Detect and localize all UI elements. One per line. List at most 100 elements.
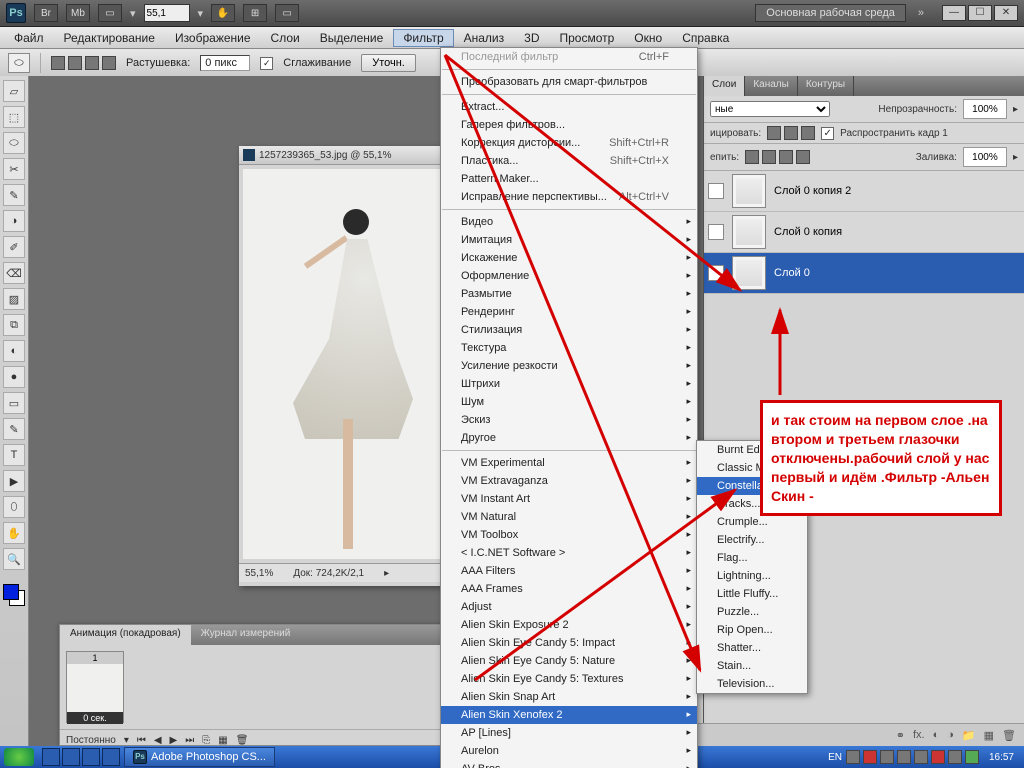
tool[interactable]: ⌫ <box>3 262 25 284</box>
visibility-icon[interactable] <box>708 224 724 240</box>
layer-row[interactable]: Слой 0 <box>704 253 1024 294</box>
play-icon[interactable]: ▶ <box>170 735 178 746</box>
menu-item[interactable]: Коррекция дисторсии...Shift+Ctrl+R <box>441 134 697 152</box>
menu-item[interactable]: Stain... <box>697 657 807 675</box>
tool[interactable]: ⬭ <box>3 132 25 154</box>
start-button[interactable] <box>4 748 34 766</box>
menu-item[interactable]: Electrify... <box>697 531 807 549</box>
menu-Окно[interactable]: Окно <box>624 29 672 47</box>
menu-Редактирование[interactable]: Редактирование <box>54 29 165 47</box>
menu-item[interactable]: Стилизация <box>441 321 697 339</box>
menu-item[interactable]: Alien Skin Snap Art <box>441 688 697 706</box>
menu-item[interactable]: AP [Lines] <box>441 724 697 742</box>
taskbar-app[interactable]: Ps Adobe Photoshop CS... <box>124 747 275 767</box>
menu-item[interactable]: Шум <box>441 393 697 411</box>
tool[interactable]: ● <box>3 366 25 388</box>
menu-item[interactable]: Flag... <box>697 549 807 567</box>
menu-Изображение[interactable]: Изображение <box>165 29 261 47</box>
menu-item[interactable]: Little Fluffy... <box>697 585 807 603</box>
menu-item[interactable]: Размытие <box>441 285 697 303</box>
menu-item[interactable]: Видео <box>441 213 697 231</box>
menu-item[interactable]: Усиление резкости <box>441 357 697 375</box>
menu-item[interactable]: Рендеринг <box>441 303 697 321</box>
menu-item[interactable]: VM Extravaganza <box>441 472 697 490</box>
menu-item[interactable]: VM Experimental <box>441 454 697 472</box>
menu-item[interactable]: Другое <box>441 429 697 447</box>
menu-item[interactable]: Aurelon <box>441 742 697 760</box>
hand-icon[interactable]: ✋ <box>211 4 235 22</box>
panel-tab[interactable]: Контуры <box>798 76 854 96</box>
zoom-input[interactable] <box>144 4 190 22</box>
trash-icon[interactable]: 🗑 <box>236 735 249 746</box>
tool[interactable]: ▭ <box>3 392 25 414</box>
menu-item[interactable]: Alien Skin Xenofex 2 <box>441 706 697 724</box>
tray-icons[interactable] <box>846 750 979 764</box>
tab-measurement-log[interactable]: Журнал измерений <box>191 625 301 645</box>
document-canvas[interactable] <box>243 169 455 559</box>
tool[interactable]: ✋ <box>3 522 25 544</box>
menu-Справка[interactable]: Справка <box>672 29 739 47</box>
menu-item[interactable]: AAA Filters <box>441 562 697 580</box>
screen-icon[interactable]: ▭ <box>275 4 299 22</box>
menu-3D[interactable]: 3D <box>514 29 549 47</box>
menu-Просмотр[interactable]: Просмотр <box>549 29 624 47</box>
opacity-input[interactable] <box>963 99 1007 119</box>
tween-icon[interactable]: ⎘ <box>202 735 210 746</box>
fill-input[interactable] <box>963 147 1007 167</box>
adjustment-icon[interactable]: ◑ <box>947 729 954 741</box>
bridge-icon[interactable]: Br <box>34 4 58 22</box>
quicklaunch[interactable] <box>42 748 120 766</box>
visibility-icon[interactable] <box>708 265 724 281</box>
tool[interactable]: 🔍 <box>3 548 25 570</box>
menu-item[interactable]: Alien Skin Eye Candy 5: Impact <box>441 634 697 652</box>
feather-input[interactable]: 0 пикс <box>200 55 250 71</box>
menu-item[interactable]: Rip Open... <box>697 621 807 639</box>
mask-icon[interactable]: ◐ <box>933 729 940 741</box>
menu-Анализ[interactable]: Анализ <box>454 29 515 47</box>
prev-icon[interactable]: ◀ <box>154 735 162 746</box>
menu-item[interactable]: Alien Skin Eye Candy 5: Nature <box>441 652 697 670</box>
menu-item[interactable]: VM Natural <box>441 508 697 526</box>
refine-edge-button[interactable]: Уточн. <box>361 54 416 72</box>
menu-item[interactable]: Последний фильтрCtrl+F <box>441 48 697 66</box>
menu-item[interactable]: Имитация <box>441 231 697 249</box>
view-icon[interactable]: ⊞ <box>243 4 267 22</box>
visibility-icon[interactable] <box>708 183 724 199</box>
layer-row[interactable]: Слой 0 копия <box>704 212 1024 253</box>
menu-item[interactable]: Alien Skin Exposure 2 <box>441 616 697 634</box>
folder-icon[interactable]: 📁 <box>962 729 976 742</box>
menu-item[interactable]: Extract... <box>441 98 697 116</box>
menu-Фильтр[interactable]: Фильтр <box>393 29 453 47</box>
layer-row[interactable]: Слой 0 копия 2 <box>704 171 1024 212</box>
loop-select[interactable]: Постоянно <box>66 735 116 746</box>
document-window[interactable]: 1257239365_53.jpg @ 55,1% 55,1% Док: 724… <box>239 146 459 586</box>
menu-item[interactable]: Пластика...Shift+Ctrl+X <box>441 152 697 170</box>
new-layer-icon[interactable]: ▦ <box>984 729 994 742</box>
minimize-button[interactable]: — <box>942 5 966 21</box>
maximize-button[interactable]: ☐ <box>968 5 992 21</box>
tool[interactable]: ⬯ <box>3 496 25 518</box>
menu-item[interactable]: < I.C.NET Software > <box>441 544 697 562</box>
frame-duration[interactable]: 0 сек. <box>67 712 123 724</box>
menu-item[interactable]: Штрихи <box>441 375 697 393</box>
menu-Файл[interactable]: Файл <box>4 29 54 47</box>
selection-mode-icons[interactable] <box>51 56 116 70</box>
antialias-checkbox[interactable]: ✓ <box>260 57 273 70</box>
lang-indicator[interactable]: EN <box>828 752 842 763</box>
next-icon[interactable]: ⏭ <box>185 735 194 746</box>
menu-item[interactable]: Television... <box>697 675 807 693</box>
menu-item[interactable]: VM Toolbox <box>441 526 697 544</box>
tool[interactable]: ⬚ <box>3 106 25 128</box>
panel-tab[interactable]: Каналы <box>745 76 798 96</box>
color-swatch[interactable] <box>3 584 25 606</box>
lock-icons[interactable] <box>745 150 810 164</box>
menu-item[interactable]: Lightning... <box>697 567 807 585</box>
menu-Выделение[interactable]: Выделение <box>310 29 394 47</box>
menu-item[interactable]: AV Bros. <box>441 760 697 768</box>
propagate-checkbox[interactable]: ✓ <box>821 127 834 140</box>
tool[interactable]: ◐ <box>3 340 25 362</box>
workspace-picker[interactable]: Основная рабочая среда <box>755 4 906 22</box>
close-button[interactable]: ✕ <box>994 5 1018 21</box>
panel-tab[interactable]: Слои <box>704 76 745 96</box>
tool[interactable]: ▱ <box>3 80 25 102</box>
